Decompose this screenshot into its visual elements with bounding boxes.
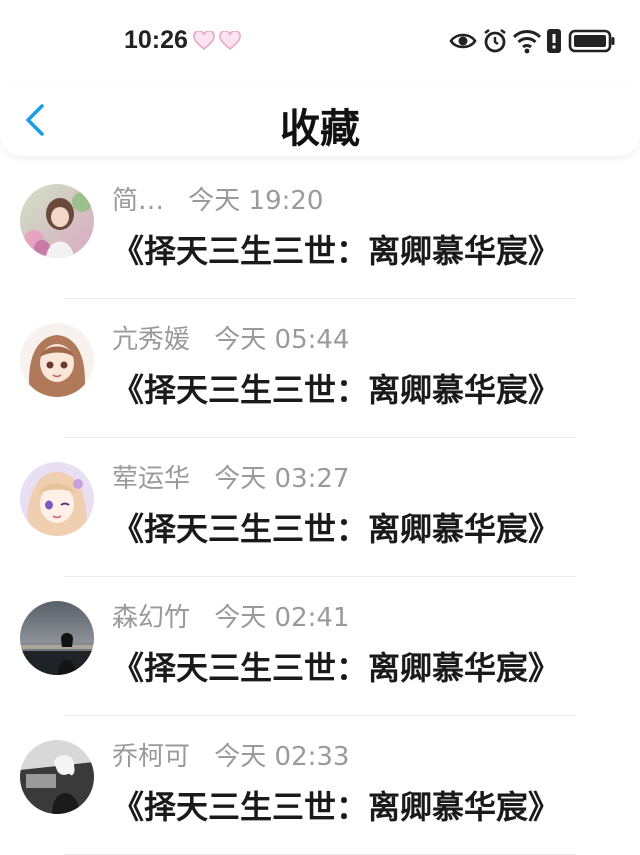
timestamp: 今天 19:20 — [188, 186, 324, 216]
alert-icon — [547, 29, 561, 53]
favorite-content: 《择天三生三世：离卿慕华宸》 — [112, 649, 561, 687]
timestamp: 今天 03:27 — [214, 464, 350, 494]
wifi-icon — [512, 30, 542, 54]
list-item[interactable]: 森幻竹 今天 02:41 《择天三生三世：离卿慕华宸》 — [0, 577, 640, 716]
avatar[interactable] — [20, 184, 94, 258]
heart-icon — [193, 31, 215, 50]
avatar[interactable] — [20, 462, 94, 536]
timestamp: 今天 02:41 — [214, 603, 350, 633]
user-name: 简… — [112, 186, 165, 216]
page-title: 收藏 — [280, 106, 360, 152]
user-name: 荤运华 — [112, 464, 191, 494]
status-time: 10:26 — [124, 26, 188, 54]
eye-icon — [449, 33, 477, 49]
list-item[interactable]: 荤运华 今天 03:27 《择天三生三世：离卿慕华宸》 — [0, 438, 640, 577]
favorite-content: 《择天三生三世：离卿慕华宸》 — [112, 232, 561, 270]
status-bar: 10:26 — [0, 0, 640, 84]
list-item[interactable]: 亢秀媛 今天 05:44 《择天三生三世：离卿慕华宸》 — [0, 299, 640, 438]
user-name: 亢秀媛 — [112, 325, 191, 355]
alarm-icon — [484, 28, 506, 53]
avatar[interactable] — [20, 740, 94, 814]
user-name: 森幻竹 — [112, 603, 191, 633]
timestamp: 今天 05:44 — [214, 325, 350, 355]
favorite-content: 《择天三生三世：离卿慕华宸》 — [112, 788, 561, 826]
favorites-list: 简… 今天 19:20 《择天三生三世：离卿慕华宸》 亢秀媛 今天 05:44 … — [0, 160, 640, 855]
avatar[interactable] — [20, 323, 94, 397]
header-bar: 收藏 — [0, 84, 640, 156]
user-name: 乔柯可 — [112, 742, 191, 772]
favorite-content: 《择天三生三世：离卿慕华宸》 — [112, 371, 561, 409]
list-item[interactable]: 简… 今天 19:20 《择天三生三世：离卿慕华宸》 — [0, 160, 640, 299]
heart-icon — [219, 31, 241, 50]
favorite-content: 《择天三生三世：离卿慕华宸》 — [112, 510, 561, 548]
avatar[interactable] — [20, 601, 94, 675]
list-item[interactable]: 乔柯可 今天 02:33 《择天三生三世：离卿慕华宸》 — [0, 716, 640, 855]
battery-icon — [568, 29, 615, 53]
timestamp: 今天 02:33 — [214, 742, 350, 772]
